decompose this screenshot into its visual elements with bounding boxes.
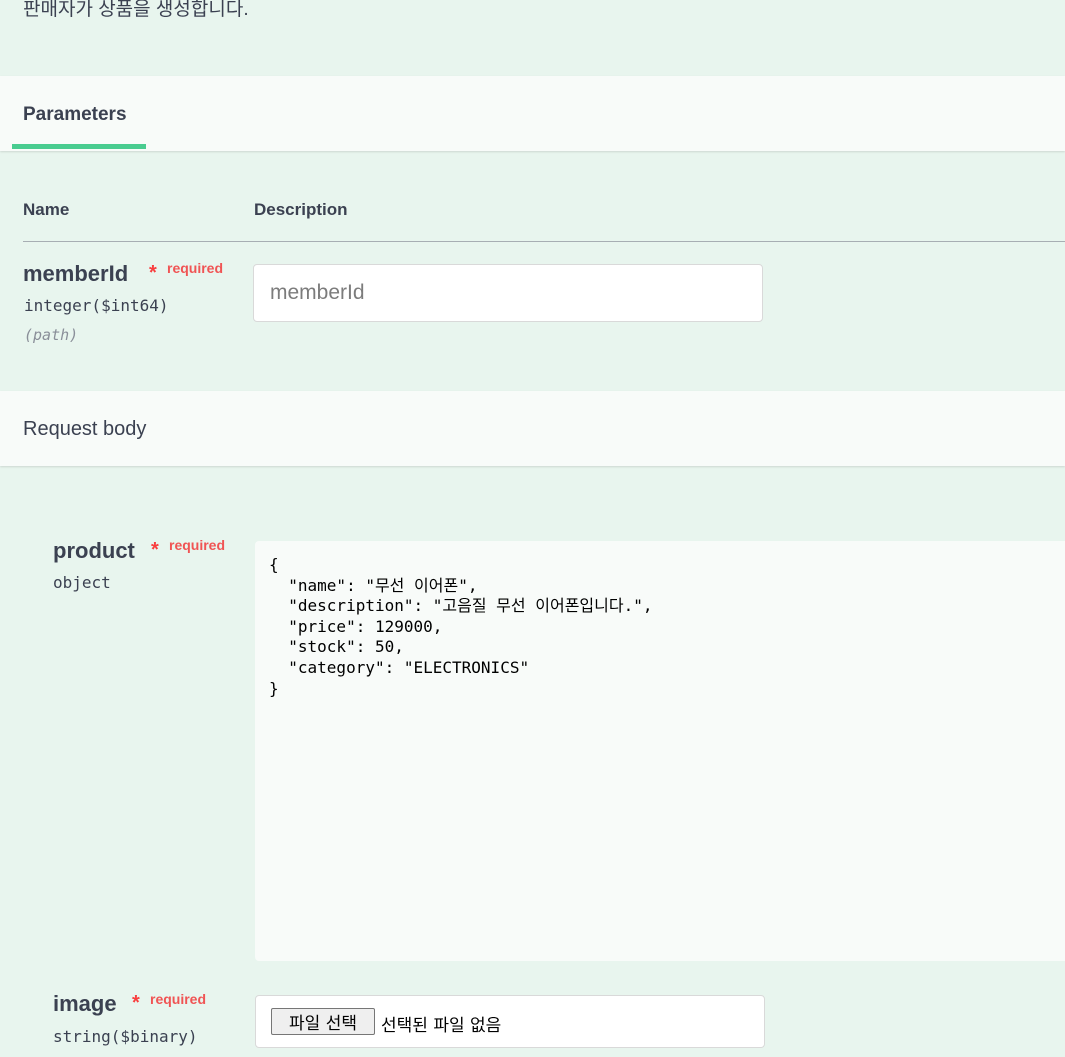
column-header-name: Name [23,200,70,219]
header-divider [23,241,1065,242]
active-tab-indicator [12,144,146,149]
param-location: (path) [24,326,79,344]
memberid-input[interactable] [253,264,763,322]
parameters-tab-header: Parameters [0,76,1065,151]
required-star: * [151,539,159,561]
column-header-description: Description [254,200,348,219]
field-name-image: image [53,991,117,1016]
product-json-editor[interactable] [255,541,1065,961]
param-name-memberid: memberId [23,261,129,286]
request-body-label: Request body [23,418,147,440]
required-star: * [132,992,140,1014]
request-body-header: Request body [0,391,1065,466]
field-name-product: product [53,538,135,563]
field-type: object [53,573,111,592]
required-label: required [167,260,224,276]
operation-panel: 판매자가 상품을 생성합니다. Parameters Name Descript… [0,0,1065,1057]
param-type: integer($int64) [24,296,169,315]
choose-file-button[interactable]: 파일 선택 [271,1008,375,1035]
image-file-input: 파일 선택 선택된 파일 없음 [255,995,765,1048]
operation-summary: 판매자가 상품을 생성합니다. [23,0,249,20]
required-label: required [169,537,226,553]
required-label: required [150,991,207,1007]
required-star: * [149,262,157,284]
file-status-text: 선택된 파일 없음 [381,1016,502,1036]
tab-parameters[interactable]: Parameters [23,104,127,126]
field-type: string($binary) [53,1027,198,1046]
